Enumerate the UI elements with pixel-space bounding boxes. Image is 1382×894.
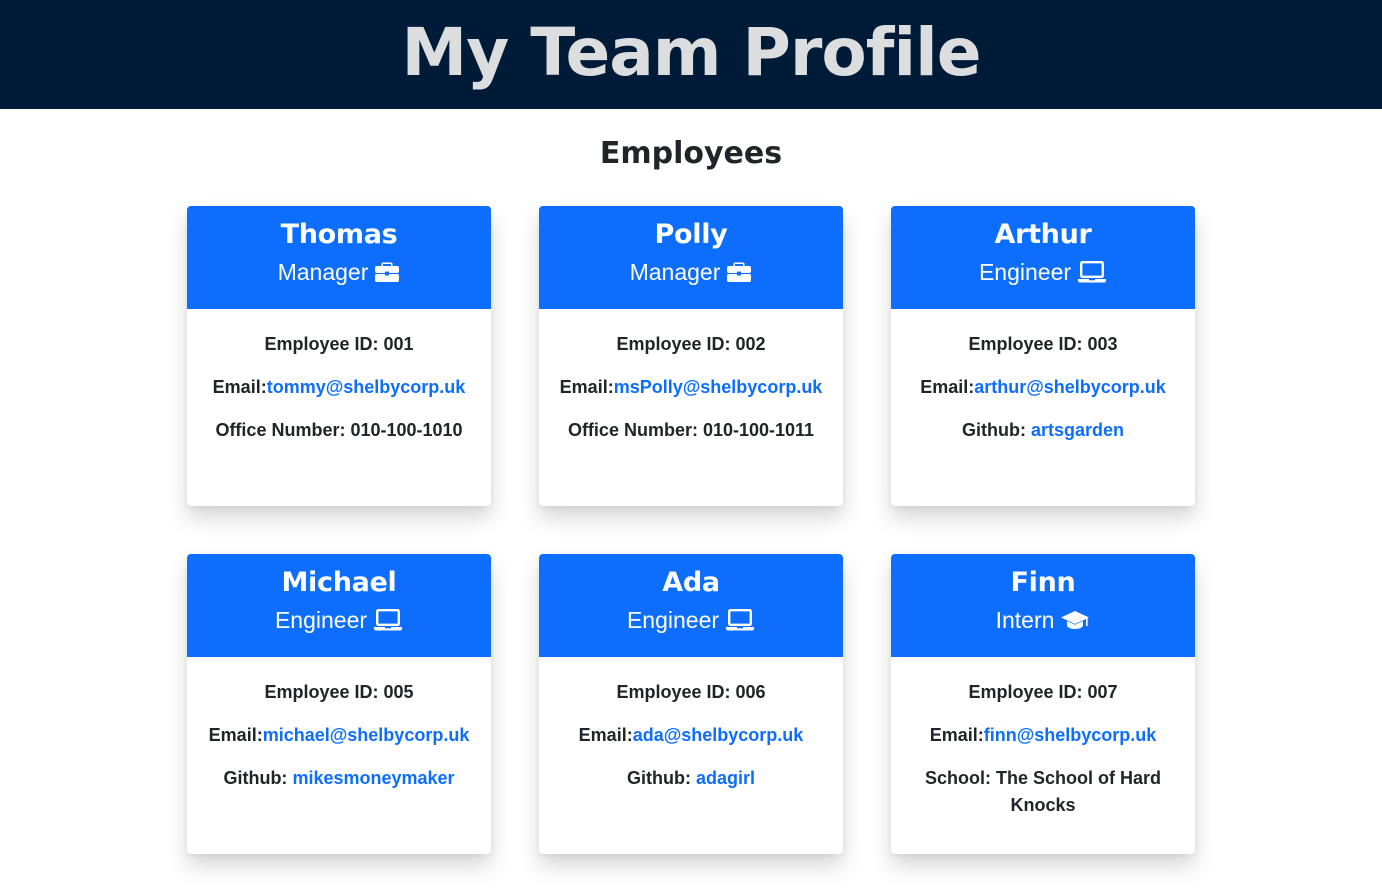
email-link[interactable]: ada@shelbycorp.uk (633, 725, 804, 745)
github-line: Github: artsgarden (907, 417, 1179, 444)
employee-name: Finn (1010, 567, 1076, 598)
page-title: My Team Profile (401, 13, 982, 91)
employee-id: Employee ID: 003 (968, 334, 1118, 354)
employee-name: Polly (654, 219, 728, 250)
employee-id: Employee ID: 001 (264, 334, 414, 354)
email-label: Email: (212, 377, 267, 397)
card-body: Employee ID: 006 Email:ada@shelbycorp.uk… (539, 657, 843, 792)
employee-name: Ada (662, 567, 720, 598)
employee-role: Manager (539, 258, 843, 286)
employee-id: Employee ID: 005 (264, 682, 414, 702)
employee-card: Arthur Engineer Employee ID: 003 Email:a… (891, 206, 1195, 506)
employee-card: Ada Engineer Employee ID: 006 Email:ada@… (539, 554, 843, 854)
card-header: Polly Manager (539, 206, 843, 309)
email-label: Email: (559, 377, 614, 397)
github-label: Github: (626, 768, 696, 788)
card-body: Employee ID: 001 Email:tommy@shelbycorp.… (187, 309, 491, 444)
employee-card: Finn Intern Employee ID: 007 Email:finn@… (891, 554, 1195, 854)
email-link[interactable]: tommy@shelbycorp.uk (267, 377, 466, 397)
email-line: Email:msPolly@shelbycorp.uk (555, 374, 827, 401)
school-line: School: The School of Hard Knocks (924, 768, 1161, 815)
employee-name: Arthur (994, 219, 1092, 250)
briefcase-icon (726, 261, 752, 283)
role-label: Manager (629, 259, 721, 285)
employee-role: Manager (187, 258, 491, 286)
employee-role: Engineer (891, 258, 1195, 286)
card-header: Arthur Engineer (891, 206, 1195, 309)
role-label: Engineer (626, 607, 720, 633)
card-body: Employee ID: 003 Email:arthur@shelbycorp… (891, 309, 1195, 444)
github-line: Github: mikesmoneymaker (203, 765, 475, 792)
github-label: Github: (223, 768, 293, 788)
card-header: Thomas Manager (187, 206, 491, 309)
card-header: Finn Intern (891, 554, 1195, 657)
office-number: Office Number: 010-100-1010 (215, 420, 463, 440)
employee-id: Employee ID: 007 (968, 682, 1118, 702)
email-link[interactable]: msPolly@shelbycorp.uk (614, 377, 823, 397)
page-header: My Team Profile (0, 0, 1382, 109)
briefcase-icon (374, 261, 400, 283)
github-link[interactable]: mikesmoneymaker (292, 768, 454, 788)
section-title: Employees (599, 136, 783, 171)
role-label: Intern (995, 607, 1055, 633)
employee-card: Polly Manager Employee ID: 002 Email:msP… (539, 206, 843, 506)
employee-role: Engineer (539, 606, 843, 634)
employee-card: Michael Engineer Employee ID: 005 Email:… (187, 554, 491, 854)
email-link[interactable]: arthur@shelbycorp.uk (974, 377, 1166, 397)
email-line: Email:tommy@shelbycorp.uk (203, 374, 475, 401)
office-number: Office Number: 010-100-1011 (567, 420, 815, 440)
email-line: Email:finn@shelbycorp.uk (907, 722, 1179, 749)
email-label: Email: (208, 725, 263, 745)
employee-card: Thomas Manager Employee ID: 001 Email:to… (187, 206, 491, 506)
card-body: Employee ID: 007 Email:finn@shelbycorp.u… (891, 657, 1195, 819)
employee-role: Intern (891, 606, 1195, 634)
employee-name: Michael (281, 567, 397, 598)
email-label: Email: (578, 725, 633, 745)
email-line: Email:arthur@shelbycorp.uk (907, 374, 1179, 401)
github-label: Github: (961, 420, 1031, 440)
laptop-icon (1077, 260, 1107, 284)
employee-name: Thomas (280, 219, 398, 250)
role-label: Engineer (274, 607, 368, 633)
employee-id: Employee ID: 002 (616, 334, 766, 354)
employee-role: Engineer (187, 606, 491, 634)
email-link[interactable]: finn@shelbycorp.uk (984, 725, 1157, 745)
email-label: Email: (920, 377, 975, 397)
github-link[interactable]: adagirl (696, 768, 755, 788)
email-line: Email:michael@shelbycorp.uk (203, 722, 475, 749)
role-label: Manager (277, 259, 369, 285)
card-body: Employee ID: 002 Email:msPolly@shelbycor… (539, 309, 843, 444)
card-body: Employee ID: 005 Email:michael@shelbycor… (187, 657, 491, 792)
card-header: Ada Engineer (539, 554, 843, 657)
graduation-cap-icon (1060, 609, 1090, 631)
email-label: Email: (929, 725, 984, 745)
employee-id: Employee ID: 006 (616, 682, 766, 702)
role-label: Engineer (978, 259, 1072, 285)
laptop-icon (725, 608, 755, 632)
email-line: Email:ada@shelbycorp.uk (555, 722, 827, 749)
github-link[interactable]: artsgarden (1031, 420, 1124, 440)
email-link[interactable]: michael@shelbycorp.uk (263, 725, 470, 745)
laptop-icon (373, 608, 403, 632)
card-header: Michael Engineer (187, 554, 491, 657)
github-line: Github: adagirl (555, 765, 827, 792)
